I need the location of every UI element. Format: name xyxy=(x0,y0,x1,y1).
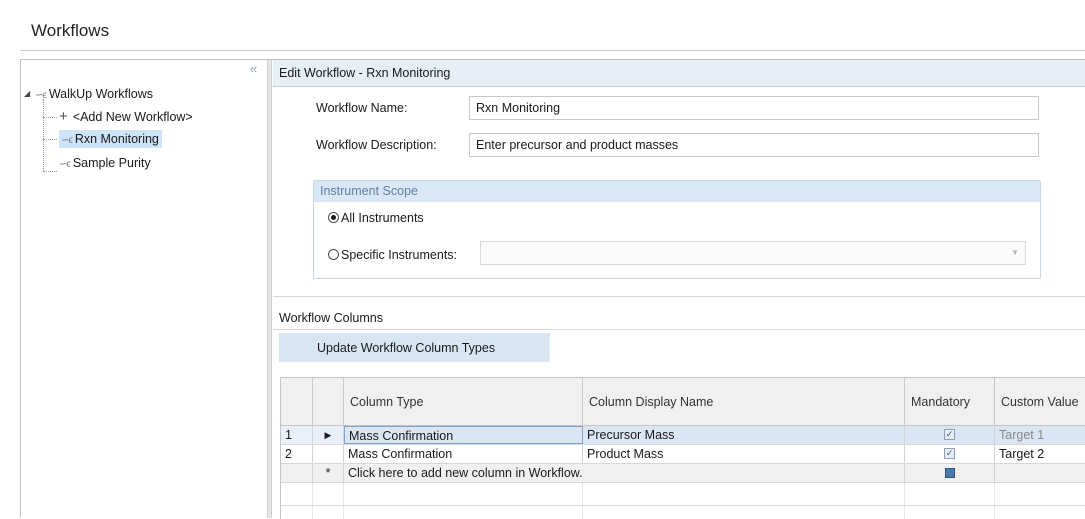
instrument-scope-title: Instrument Scope xyxy=(320,184,418,198)
new-row-marker: * xyxy=(313,464,344,482)
table-row[interactable]: 2 Mass Confirmation Product Mass ✓ Targe… xyxy=(281,445,1085,464)
tree-connector xyxy=(43,139,57,140)
table-row[interactable]: 1 ▶ Mass Confirmation Precursor Mass ✓ T… xyxy=(281,426,1085,445)
mandatory-checkbox[interactable]: ✓ xyxy=(944,429,955,440)
tree-item-label: Rxn Monitoring xyxy=(74,132,159,146)
mandatory-cell[interactable]: ✓ xyxy=(905,445,995,463)
expand-triangle-icon[interactable]: ◢ xyxy=(24,85,30,103)
update-column-types-label: Update Workflow Column Types xyxy=(317,341,496,355)
custom-value-cell[interactable]: Target 2 xyxy=(995,445,1085,463)
edit-workflow-title: Edit Workflow - Rxn Monitoring xyxy=(279,66,451,80)
row-number: 1 xyxy=(281,426,313,444)
empty-cell xyxy=(905,483,995,505)
grid-header-custom-value[interactable]: Custom Value xyxy=(995,378,1085,426)
tree-item-sample-purity[interactable]: ∽ϵ Sample Purity xyxy=(59,154,151,172)
workflow-description-input[interactable]: Enter precursor and product masses xyxy=(469,133,1039,157)
workflow-tree-panel: ◢ ∽ϵ WalkUp Workflows + <Add New Workflow>… xyxy=(21,60,266,518)
column-type-cell[interactable]: Mass Confirmation xyxy=(344,445,583,463)
tree-connector xyxy=(43,117,57,118)
display-name-cell[interactable]: Precursor Mass xyxy=(583,426,905,444)
tree-item-label: <Add New Workflow> xyxy=(72,110,193,124)
section-divider xyxy=(273,296,1085,297)
empty-cell xyxy=(281,483,313,505)
page-title: Workflows xyxy=(31,21,110,40)
new-row-prompt[interactable]: Click here to add new column in Workflow… xyxy=(344,464,905,482)
workflow-icon: ∽ϵ xyxy=(61,135,73,146)
empty-cell xyxy=(313,483,344,505)
column-type-cell[interactable]: Mass Confirmation xyxy=(344,426,583,444)
tree-root-walkup-workflows[interactable]: ◢ ∽ϵ WalkUp Workflows xyxy=(24,85,153,103)
custom-value-cell[interactable]: Target 1 xyxy=(995,426,1085,444)
mandatory-cell[interactable] xyxy=(905,464,995,482)
display-name-cell[interactable]: Product Mass xyxy=(583,445,905,463)
all-instruments-label[interactable]: All Instruments xyxy=(341,211,424,225)
row-number: 2 xyxy=(281,445,313,463)
custom-value-cell[interactable] xyxy=(995,464,1085,482)
empty-cell xyxy=(344,483,583,505)
mandatory-cell[interactable]: ✓ xyxy=(905,426,995,444)
tree-item-add-new-workflow[interactable]: + <Add New Workflow> xyxy=(59,108,193,126)
instrument-scope-header: Instrument Scope xyxy=(314,181,1040,202)
tree-connector xyxy=(43,171,57,172)
workflow-icon: ∽ϵ xyxy=(35,90,47,101)
instrument-select[interactable]: ▼ xyxy=(480,241,1026,265)
title-divider xyxy=(20,50,1085,51)
workflow-description-label: Workflow Description: xyxy=(316,138,437,152)
dropdown-arrow-icon: ▼ xyxy=(1011,248,1019,257)
collapse-panel-icon[interactable]: « xyxy=(250,61,257,76)
empty-cell xyxy=(583,506,905,519)
edit-workflow-header: Edit Workflow - Rxn Monitoring xyxy=(273,60,1085,87)
grid-header-rownum xyxy=(281,378,313,426)
grid-header-indicator xyxy=(313,378,344,426)
specific-instruments-radio[interactable] xyxy=(328,249,339,260)
empty-cell xyxy=(905,506,995,519)
empty-row xyxy=(281,506,1085,519)
all-instruments-radio[interactable] xyxy=(328,212,339,223)
empty-cell xyxy=(344,506,583,519)
section-divider xyxy=(273,329,1085,330)
mandatory-checkbox[interactable] xyxy=(945,468,955,478)
tree-item-label: Sample Purity xyxy=(72,156,151,170)
workflow-name-label: Workflow Name: xyxy=(316,101,408,115)
workflow-icon: ∽ϵ xyxy=(59,159,71,170)
tree-root-label: WalkUp Workflows xyxy=(48,87,153,101)
grid-header-display-name[interactable]: Column Display Name xyxy=(583,378,905,426)
plus-icon: + xyxy=(59,108,68,125)
empty-cell xyxy=(313,506,344,519)
specific-instruments-label[interactable]: Specific Instruments: xyxy=(341,248,457,262)
grid-header-column-type[interactable]: Column Type xyxy=(344,378,583,426)
empty-row xyxy=(281,483,1085,506)
tree-connector xyxy=(43,99,44,171)
grid-header-mandatory[interactable]: Mandatory xyxy=(905,378,995,426)
new-row[interactable]: * Click here to add new column in Workfl… xyxy=(281,464,1085,483)
update-column-types-button[interactable]: Update Workflow Column Types xyxy=(279,333,550,362)
panel-splitter[interactable] xyxy=(267,60,272,518)
mandatory-checkbox[interactable]: ✓ xyxy=(944,448,955,459)
row-indicator xyxy=(313,445,344,463)
empty-cell xyxy=(281,506,313,519)
tree-item-rxn-monitoring[interactable]: ∽ϵ Rxn Monitoring xyxy=(59,130,162,148)
row-number xyxy=(281,464,313,482)
empty-cell xyxy=(583,483,905,505)
workflow-columns-title: Workflow Columns xyxy=(279,311,383,325)
current-row-indicator-icon: ▶ xyxy=(313,426,344,444)
workflow-name-input[interactable]: Rxn Monitoring xyxy=(469,96,1039,120)
workflow-columns-grid: Column Type Column Display Name Mandator… xyxy=(280,377,1085,519)
